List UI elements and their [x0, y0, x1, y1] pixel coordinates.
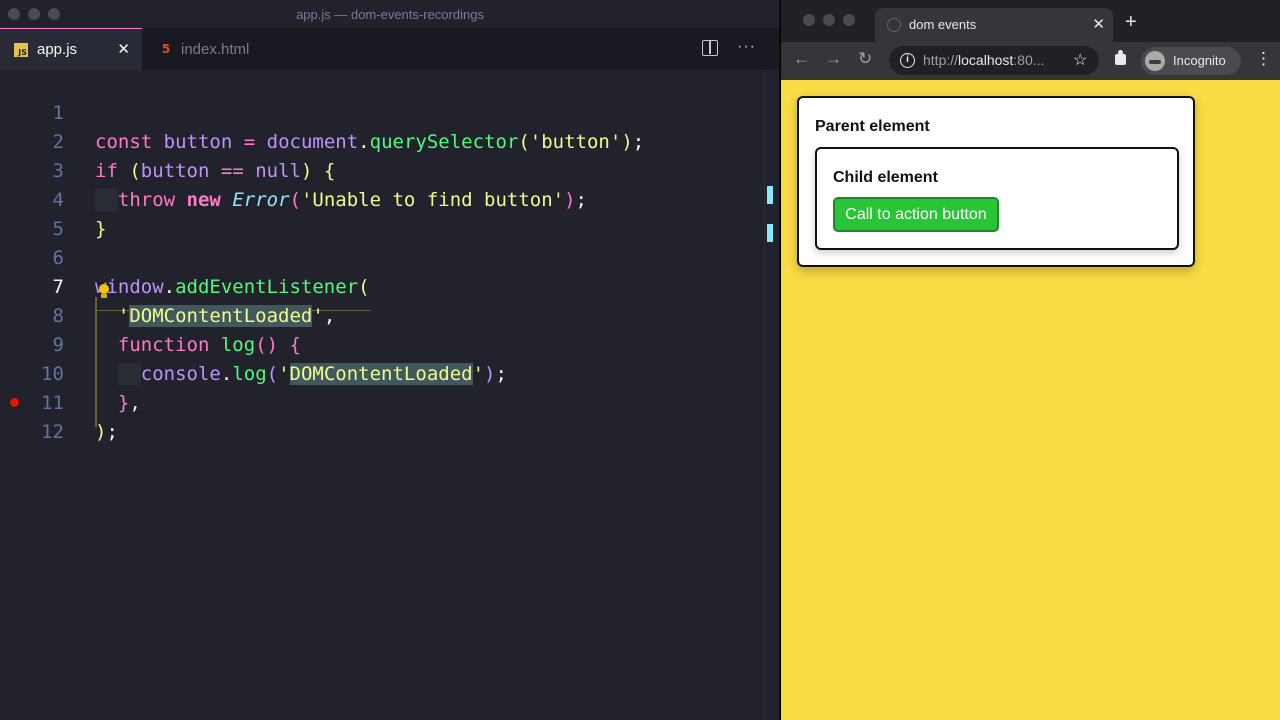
editor-window-title: app.js — dom-events-recordings — [296, 7, 484, 22]
incognito-icon — [1145, 51, 1165, 71]
code-line[interactable]: 10 }, — [0, 331, 760, 414]
child-element-label: Child element — [833, 169, 938, 186]
code-line[interactable]: 7 'DOMContentLoaded', — [0, 244, 760, 327]
editor-titlebar: app.js — dom-events-recordings — [0, 0, 779, 28]
incognito-profile-button[interactable]: Incognito — [1141, 47, 1241, 75]
code-text: ); — [95, 421, 118, 443]
code-line[interactable]: 2 if (button == null) { — [0, 99, 760, 182]
url-text: http://localhost:80... — [923, 52, 1045, 68]
forward-arrow-icon[interactable]: → — [825, 49, 842, 69]
tab-app-js[interactable]: JS app.js ✕ — [0, 28, 142, 70]
globe-icon — [887, 18, 901, 32]
close-tab-icon[interactable]: ✕ — [1092, 15, 1105, 33]
close-tab-icon[interactable]: ✕ — [117, 40, 130, 58]
code-line[interactable]: 5 — [0, 186, 760, 240]
new-tab-icon[interactable]: + — [1125, 11, 1137, 34]
js-file-icon: JS — [14, 42, 28, 57]
tab-label: index.html — [181, 40, 250, 58]
web-page-content: Parent element Child element Call to act… — [781, 80, 1280, 720]
code-line[interactable]: 4 } — [0, 157, 760, 240]
editor-tab-bar: JS app.js ✕ 5 index.html ··· — [0, 28, 779, 70]
lightbulb-icon[interactable] — [97, 284, 111, 302]
more-actions-icon[interactable]: ··· — [737, 38, 756, 56]
scrollbar-highlight-marker — [767, 186, 773, 204]
address-bar[interactable]: i http://localhost:80... — [889, 46, 1099, 75]
code-line[interactable]: 8 function log() { — [0, 273, 760, 356]
code-line[interactable]: 3 throw new Error('Unable to find button… — [0, 128, 760, 211]
breakpoint-dot-icon[interactable] — [10, 398, 19, 407]
minimize-window-button[interactable] — [823, 14, 835, 26]
split-editor-icon[interactable] — [702, 40, 718, 56]
site-info-icon[interactable]: i — [900, 53, 915, 68]
browser-tab[interactable]: dom events ✕ — [875, 8, 1113, 42]
reload-icon[interactable]: ↻ — [858, 49, 872, 69]
browser-toolbar: ← → ↻ i http://localhost:80... ☆ Incogni… — [781, 42, 1280, 80]
html5-file-icon: 5 — [161, 42, 171, 56]
code-line[interactable]: 12 — [0, 389, 760, 443]
parent-element-label: Parent element — [815, 118, 930, 135]
code-area[interactable]: 1 const button = document.querySelector(… — [0, 70, 779, 720]
browser-tab-strip: dom events ✕ + — [781, 0, 1280, 42]
extensions-puzzle-icon[interactable] — [1113, 50, 1129, 66]
code-line[interactable]: 1 const button = document.querySelector(… — [0, 70, 760, 153]
browser-tab-title: dom events — [909, 17, 977, 32]
code-line[interactable]: 9 console.log('DOMContentLoaded'); — [0, 302, 760, 385]
incognito-label: Incognito — [1173, 53, 1226, 68]
browser-window: dom events ✕ + ← → ↻ i http://localhost:… — [781, 0, 1280, 720]
child-element-box[interactable]: Child element Call to action button — [815, 147, 1179, 250]
tab-index-html[interactable]: 5 index.html — [142, 28, 290, 70]
bookmark-star-icon[interactable]: ☆ — [1073, 50, 1087, 70]
editor-scrollbar[interactable] — [764, 70, 779, 720]
browser-menu-icon[interactable]: ⋮ — [1255, 49, 1272, 69]
maximize-window-button[interactable] — [843, 14, 855, 26]
code-line[interactable]: 11 ); — [0, 360, 760, 443]
parent-element-box[interactable]: Parent element Child element Call to act… — [797, 96, 1195, 267]
close-window-button[interactable] — [803, 14, 815, 26]
line-number: 12 — [41, 421, 64, 443]
window-controls[interactable] — [803, 14, 855, 26]
code-editor-window: app.js — dom-events-recordings JS app.js… — [0, 0, 780, 720]
tab-label: app.js — [37, 41, 78, 58]
code-line[interactable]: 6 window.addEventListener( — [0, 215, 760, 298]
scrollbar-highlight-marker — [767, 224, 773, 242]
call-to-action-button[interactable]: Call to action button — [833, 197, 999, 232]
back-arrow-icon[interactable]: ← — [793, 49, 810, 69]
